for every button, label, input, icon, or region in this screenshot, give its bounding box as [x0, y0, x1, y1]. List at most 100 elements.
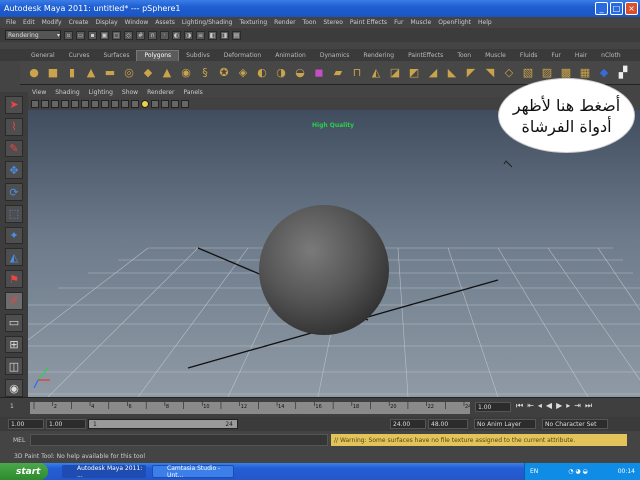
scale-tool-icon[interactable]: ⬚: [5, 204, 23, 223]
start-time-field[interactable]: 1.00: [8, 419, 44, 429]
start-button[interactable]: start: [0, 463, 48, 480]
poly-plane-icon[interactable]: ▬: [102, 66, 118, 80]
resolution-gate-icon[interactable]: [81, 99, 89, 108]
use-all-lights-icon[interactable]: [141, 99, 149, 108]
shelf-tab-fluids[interactable]: Fluids: [513, 50, 545, 61]
poly-helix-icon[interactable]: §: [197, 66, 213, 80]
four-view-layout-icon[interactable]: ⊞: [5, 335, 23, 354]
bevel-icon[interactable]: ◥: [482, 66, 498, 80]
select-tool-icon[interactable]: ➤: [5, 96, 23, 114]
camera-tool-icon[interactable]: ◉: [5, 379, 23, 397]
range-slider-bar[interactable]: 1 24: [88, 419, 238, 429]
snap-grid-icon[interactable]: #: [136, 30, 145, 40]
shelf-tab-deformation[interactable]: Deformation: [217, 50, 268, 61]
close-button[interactable]: ×: [625, 2, 638, 15]
menu-set-dropdown[interactable]: Rendering ▾: [5, 30, 61, 40]
panel-menu-shading[interactable]: Shading: [55, 89, 79, 96]
shelf-tab-dynamics[interactable]: Dynamics: [313, 50, 357, 61]
current-time-field[interactable]: 1.00: [475, 402, 511, 412]
move-tool-icon[interactable]: ✥: [5, 161, 23, 180]
image-plane-icon[interactable]: [51, 99, 59, 108]
shelf-tab-ncloth[interactable]: nCloth: [594, 50, 628, 61]
menu-lighting-shading[interactable]: Lighting/Shading: [182, 19, 233, 26]
panel-menu-show[interactable]: Show: [122, 89, 138, 96]
snap-curve-icon[interactable]: ∩: [148, 30, 157, 40]
camera-bookmark-icon[interactable]: [41, 99, 49, 108]
menu-window[interactable]: Window: [125, 19, 149, 26]
select-component-icon[interactable]: ◇: [124, 30, 133, 40]
shelf-tab-hair[interactable]: Hair: [568, 50, 594, 61]
single-perspective-layout-icon[interactable]: ▭: [5, 313, 23, 332]
reduce-icon[interactable]: ◩: [406, 66, 422, 80]
shadows-icon[interactable]: [151, 99, 159, 108]
grid-toggle-icon[interactable]: [61, 99, 69, 108]
show-tool-settings-icon[interactable]: ◧: [208, 30, 217, 40]
panel-menu-view[interactable]: View: [32, 89, 46, 96]
uv-texture-editor-icon[interactable]: ◆: [596, 66, 612, 80]
menu-help[interactable]: Help: [478, 19, 492, 26]
poly-platonic-icon[interactable]: ◈: [235, 66, 251, 80]
poly-sphere-icon[interactable]: ●: [26, 66, 42, 80]
combine-icon[interactable]: ◐: [254, 66, 270, 80]
select-hierarchy-icon[interactable]: ▣: [100, 30, 109, 40]
menu-muscle[interactable]: Muscle: [410, 19, 431, 26]
poly-soccer-ball-icon[interactable]: ✪: [216, 66, 232, 80]
taskbar-item-maya[interactable]: Autodesk Maya 2011: ...: [62, 465, 146, 479]
anim-layer-dropdown[interactable]: No Anim Layer: [474, 419, 536, 429]
play-backwards-icon[interactable]: ◀: [546, 401, 552, 411]
menu-fur[interactable]: Fur: [394, 19, 403, 26]
save-scene-icon[interactable]: ▪: [88, 30, 97, 40]
menu-display[interactable]: Display: [96, 19, 118, 26]
menu-edit[interactable]: Edit: [23, 19, 35, 26]
planar-mapping-icon[interactable]: ▧: [520, 66, 536, 80]
taskbar-item-camtasia[interactable]: Camtasia Studio - Unt...: [152, 465, 234, 479]
step-back-frame-icon[interactable]: ◂: [538, 401, 542, 411]
timeline-ruler[interactable]: 2 4 6 8 10 12 14 16 18 20 22 24: [30, 402, 471, 414]
go-to-start-icon[interactable]: ⏮: [516, 401, 523, 411]
step-forward-key-icon[interactable]: ⇥: [574, 401, 581, 411]
fill-hole-icon[interactable]: ◪: [387, 66, 403, 80]
persp-outliner-layout-icon[interactable]: ◫: [5, 357, 23, 376]
menu-modify[interactable]: Modify: [42, 19, 62, 26]
go-to-end-icon[interactable]: ⏭: [585, 401, 592, 411]
menu-file[interactable]: File: [6, 19, 16, 26]
shelf-tab-general[interactable]: General: [24, 50, 62, 61]
shelf-tab-subdivs[interactable]: Subdivs: [179, 50, 217, 61]
select-object-icon[interactable]: ▢: [112, 30, 121, 40]
shelf-tab-toon[interactable]: Toon: [450, 50, 478, 61]
end-time-field[interactable]: 48.00: [428, 419, 468, 429]
smooth-icon[interactable]: ◼: [311, 66, 327, 80]
play-forwards-icon[interactable]: ▶: [556, 401, 562, 411]
extract-icon[interactable]: ◒: [292, 66, 308, 80]
menu-texturing[interactable]: Texturing: [239, 19, 267, 26]
shelf-tab-polygons[interactable]: Polygons: [136, 49, 180, 61]
universal-manipulator-icon[interactable]: ✦: [5, 226, 23, 245]
menu-render[interactable]: Render: [274, 19, 295, 26]
mel-input[interactable]: [30, 434, 328, 446]
shelf-tab-surfaces[interactable]: Surfaces: [96, 50, 136, 61]
minimize-button[interactable]: _: [595, 2, 608, 15]
smooth-shade-icon[interactable]: [111, 99, 119, 108]
extrude-icon[interactable]: ▰: [330, 66, 346, 80]
poly-cone-icon[interactable]: ▲: [83, 66, 99, 80]
character-set-dropdown[interactable]: No Character Set: [542, 419, 608, 429]
poly-torus-icon[interactable]: ◎: [121, 66, 137, 80]
open-scene-icon[interactable]: ▭: [76, 30, 85, 40]
poly-pyramid-icon[interactable]: ▲: [159, 66, 175, 80]
poly-pipe-icon[interactable]: ◉: [178, 66, 194, 80]
menu-openflight[interactable]: OpenFlight: [438, 19, 471, 26]
maximize-button[interactable]: □: [610, 2, 623, 15]
soft-mod-tool-icon[interactable]: ◭: [5, 248, 23, 267]
poly-cube-icon[interactable]: ■: [45, 66, 61, 80]
menu-create[interactable]: Create: [69, 19, 89, 26]
rotate-tool-icon[interactable]: ⟳: [5, 183, 23, 201]
ipr-render-icon[interactable]: ◑: [184, 30, 193, 40]
show-attribute-editor-icon[interactable]: ◨: [220, 30, 229, 40]
shelf-tab-curves[interactable]: Curves: [62, 50, 97, 61]
isolate-select-icon[interactable]: [171, 99, 179, 108]
safe-action-icon[interactable]: [91, 99, 99, 108]
snap-point-icon[interactable]: ·: [160, 30, 169, 40]
step-back-key-icon[interactable]: ⇤: [527, 401, 534, 411]
xray-icon[interactable]: [161, 99, 169, 108]
step-forward-frame-icon[interactable]: ▸: [566, 401, 570, 411]
